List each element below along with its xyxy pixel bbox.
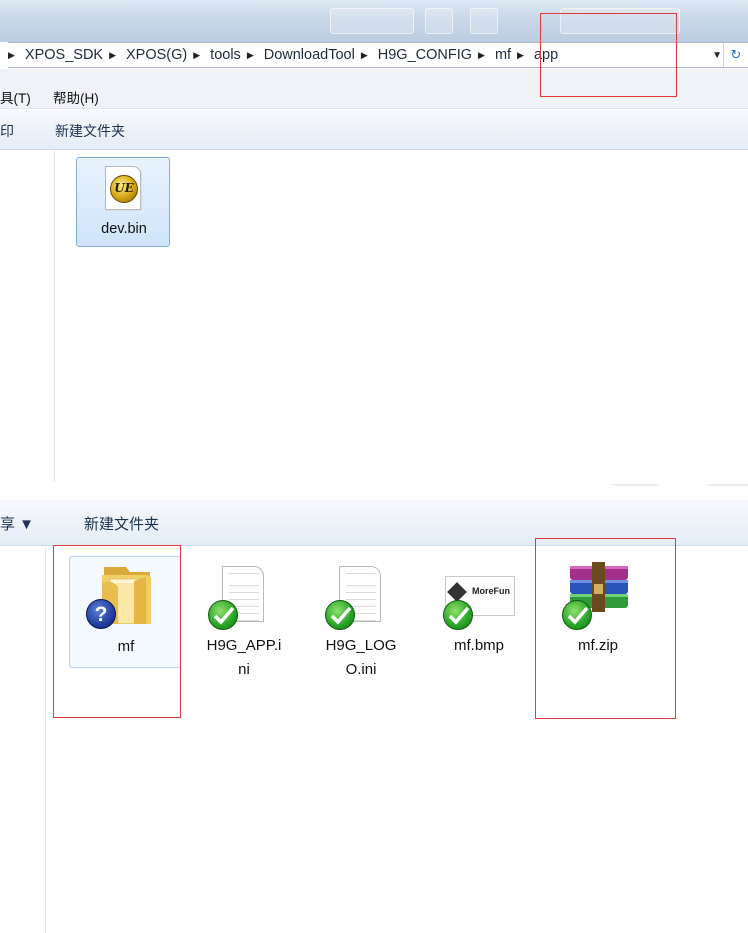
menu-help[interactable]: 帮助(H) <box>53 87 99 107</box>
crumb-xpos-g[interactable]: ▶ XPOS(G) <box>103 47 187 63</box>
morefun-logo-icon <box>447 582 467 602</box>
crumb-h9g-config[interactable]: ▶ H9G_CONFIG <box>355 47 472 63</box>
chevron-right-icon: ▶ <box>8 49 15 60</box>
navigation-pane[interactable] <box>0 547 46 933</box>
file-item-h9g-app-ini[interactable]: H9G_APP.i ni <box>188 556 300 678</box>
crumb-label: H9G_CONFIG <box>377 47 473 63</box>
divider <box>723 43 724 67</box>
file-name-line: ni <box>238 661 250 678</box>
file-name-line: H9G_APP.i <box>206 637 282 654</box>
chevron-right-icon: ▶ <box>478 49 485 60</box>
crumb-mf[interactable]: ▶ mf <box>472 47 511 63</box>
highlight-box-mf-folder <box>53 545 181 718</box>
crumb-label: XPOS_SDK <box>24 47 104 63</box>
crumb-downloadtool[interactable]: ▶ DownloadTool <box>241 47 355 63</box>
file-name: H9G_LOG O.ini <box>305 634 417 682</box>
ultraedit-file-icon: UE <box>105 166 141 210</box>
crumb-label: DownloadTool <box>263 47 355 63</box>
file-name-line: O.ini <box>345 661 377 678</box>
crumb-label: XPOS(G) <box>126 47 188 63</box>
chevron-down-icon[interactable]: ▼ <box>712 50 722 61</box>
file-item-h9g-logo-ini[interactable]: H9G_LOG O.ini <box>305 556 417 678</box>
crumb-label: mf <box>494 47 512 63</box>
ultraedit-logo-icon: UE <box>110 175 138 203</box>
navigation-pane[interactable] <box>0 151 55 482</box>
crumb-tools[interactable]: ▶ tools <box>187 47 241 63</box>
chevron-right-icon: ▶ <box>246 49 254 60</box>
synced-check-icon <box>325 600 355 630</box>
file-item-dev-bin[interactable]: UE dev.bin <box>76 157 170 247</box>
new-folder-button[interactable]: 新建文件夹 <box>55 121 125 141</box>
highlight-box-path <box>540 13 677 97</box>
file-name: dev.bin <box>101 221 147 237</box>
menu-tools[interactable]: 具(T) <box>0 87 31 107</box>
synced-check-icon <box>443 600 473 630</box>
chevron-right-icon: ▶ <box>360 49 368 60</box>
highlight-box-mf-zip <box>535 538 676 719</box>
chevron-right-icon: ▶ <box>517 49 524 60</box>
crumb-label: tools <box>210 47 241 63</box>
new-folder-button[interactable]: 新建文件夹 <box>84 513 159 534</box>
thumbnail-text: MoreFun <box>472 586 510 596</box>
crumb-xpos-sdk[interactable]: ▶ XPOS_SDK <box>8 47 103 63</box>
chevron-right-icon: ▶ <box>193 49 201 60</box>
chevron-right-icon: ▶ <box>109 49 117 60</box>
synced-check-icon <box>208 600 238 630</box>
print-button[interactable]: 印 <box>0 121 14 141</box>
file-name: H9G_APP.i ni <box>188 634 300 682</box>
file-name-line: H9G_LOG <box>325 637 397 654</box>
file-name: mf.bmp <box>453 637 504 654</box>
share-button[interactable]: 享 ▼ <box>0 513 34 534</box>
refresh-icon[interactable]: ↻ <box>726 45 746 65</box>
command-bar: 印 新建文件夹 <box>0 110 748 150</box>
file-item-mf-bmp[interactable]: MoreFun mf.bmp <box>423 556 535 668</box>
